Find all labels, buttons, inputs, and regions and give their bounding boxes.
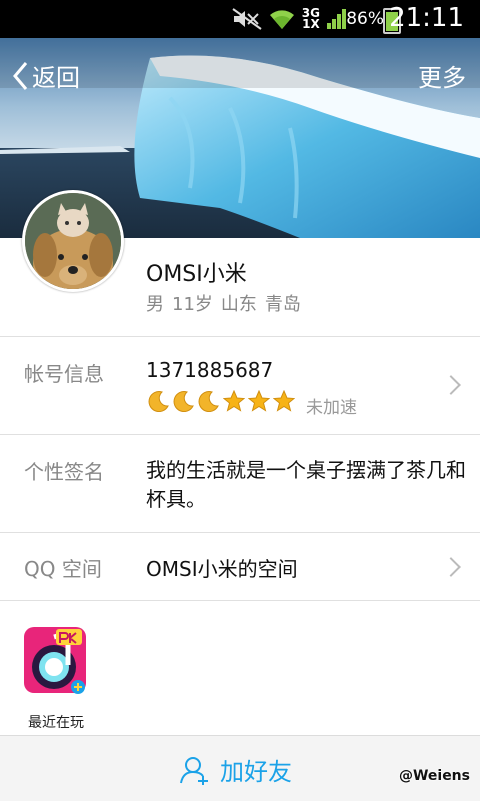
more-button[interactable]: 更多 (418, 58, 466, 93)
status-bar: 3G 1X 86% 21:11 (0, 0, 480, 38)
watermark: @Weiens (398, 768, 470, 784)
city: 青岛 (264, 294, 301, 315)
game-icon[interactable] (24, 625, 86, 695)
star-icon (248, 390, 270, 412)
qzone-value: OMSI小米的空间 (146, 557, 298, 581)
recent-label: 最近在玩 (28, 715, 84, 731)
back-label: 返回 (32, 64, 80, 92)
divider (0, 532, 480, 533)
signature-label: 个性签名 (24, 460, 104, 484)
divider (0, 336, 480, 337)
chevron-right-icon (441, 557, 461, 577)
add-user-icon (180, 756, 208, 785)
age: 11岁 (172, 294, 213, 315)
battery-percent: 86% (346, 9, 384, 29)
divider (0, 434, 480, 435)
star-icon (273, 390, 295, 412)
wifi-icon (269, 10, 294, 29)
moon-icon (148, 391, 169, 412)
chevron-left-icon (13, 61, 28, 90)
clock: 21:11 (389, 3, 464, 33)
qzone-label: QQ 空间 (24, 557, 102, 581)
account-label: 帐号信息 (24, 362, 104, 386)
add-friend-label: 加好友 (220, 758, 292, 786)
gender: 男 (146, 294, 164, 315)
signature-text: 我的生活就是一个桌子摆满了茶几和杯具。 (146, 458, 466, 511)
back-button[interactable]: 返回 (12, 58, 80, 93)
accel-status: 未加速 (306, 398, 357, 418)
signal-icon (327, 9, 346, 29)
qq-number: 1371885687 (146, 358, 274, 382)
chevron-right-icon (441, 375, 461, 395)
province: 山东 (220, 294, 257, 315)
qq-level (148, 390, 295, 412)
mute-icon (232, 8, 262, 30)
moon-icon (173, 391, 194, 412)
avatar[interactable] (22, 190, 124, 292)
divider (0, 600, 480, 601)
profile-meta: 男 11岁 山东 青岛 (146, 290, 301, 316)
nickname: OMSI小米 (146, 262, 247, 287)
status-icons: 3G 1X (232, 6, 348, 32)
moon-icon (198, 391, 219, 412)
star-icon (223, 390, 245, 412)
add-friend-button[interactable]: 加好友 (180, 752, 292, 787)
network-type: 3G 1X (301, 6, 320, 31)
